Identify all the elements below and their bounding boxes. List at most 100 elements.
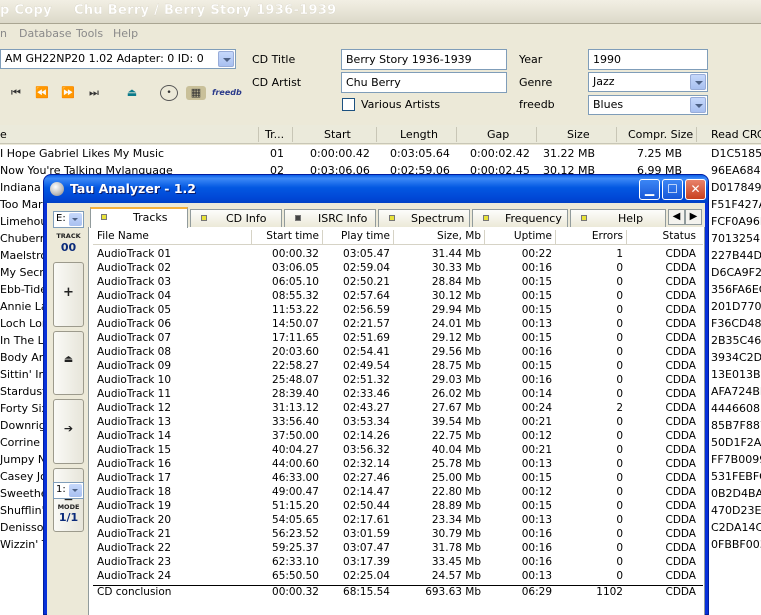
minimize-button[interactable]: ▁	[639, 179, 660, 200]
year-input[interactable]: 1990	[588, 49, 708, 70]
table-row[interactable]: AudioTrack 23 62:33.10 03:17.39 33.45 Mb 00:…	[93, 556, 703, 570]
cell-status: CDDA	[665, 514, 696, 526]
play-button[interactable]: ➔	[53, 399, 84, 464]
eject-icon[interactable]: ⏏	[124, 86, 140, 100]
table-row[interactable]: AudioTrack 04 08:55.32 02:57.64 30.12 Mb 00:…	[93, 290, 703, 304]
cell-status: CDDA	[665, 486, 696, 498]
menu-file[interactable]: n	[0, 27, 7, 40]
drive-letter-value: E:	[56, 213, 66, 224]
table-row[interactable]: AudioTrack 13 33:56.40 03:53.34 39.54 Mb 00:…	[93, 416, 703, 430]
tab-tracks[interactable]: Tracks	[90, 207, 188, 228]
table-row[interactable]: AudioTrack 15 40:04.27 03:56.32 40.04 Mb 00:…	[93, 444, 703, 458]
tab-isrc-info[interactable]: ISRC Info	[284, 209, 376, 227]
col-compr-size[interactable]: Compr. Size	[628, 128, 693, 141]
table-row[interactable]: AudioTrack 01 00:00.32 03:05.47 31.44 Mb 00:…	[93, 248, 703, 262]
fast-forward-icon[interactable]: ⏩	[60, 86, 76, 100]
tools-icon[interactable]: ▦	[186, 86, 206, 100]
cell-uptime: 00:15	[521, 500, 552, 512]
table-row[interactable]: AudioTrack 02 03:06.05 02:59.04 30.33 Mb 00:…	[93, 262, 703, 276]
table-row[interactable]: AudioTrack 03 06:05.10 02:50.21 28.84 Mb 00:…	[93, 276, 703, 290]
cell-size: 25.00 Mb	[431, 472, 481, 484]
various-artists-checkbox[interactable]	[342, 98, 355, 111]
bg-title-album: Chu Berry / Berry Story 1936-1939	[74, 3, 337, 18]
table-row[interactable]: AudioTrack 18 49:00.47 02:14.47 22.80 Mb 00:…	[93, 486, 703, 500]
col-start-time[interactable]: Start time	[253, 230, 319, 242]
table-row[interactable]: AudioTrack 08 20:03.60 02:54.41 29.56 Mb 00:…	[93, 346, 703, 360]
col-read-crc[interactable]: Read CRC	[711, 128, 761, 141]
mode-select[interactable]: 1:	[53, 482, 84, 499]
tab-scroll-right-icon[interactable]: ▶	[685, 209, 702, 225]
tau-titlebar[interactable]: Tau Analyzer - 1.2 ▁ ☐ ✕	[44, 175, 708, 203]
conclusion-row[interactable]: CD conclusion 00:00.32 68:15.54 693.63 Mb 06…	[93, 585, 703, 599]
table-row[interactable]: AudioTrack 11 28:39.40 02:33.46 26.02 Mb 00:…	[93, 388, 703, 402]
chevron-down-icon[interactable]	[69, 484, 82, 497]
col-status[interactable]: Status	[628, 230, 696, 242]
rewind-icon[interactable]: ⏪	[34, 86, 50, 100]
col-length[interactable]: Length	[400, 128, 438, 141]
table-row[interactable]: AudioTrack 24 65:50.50 02:25.04 24.57 Mb 00:…	[93, 570, 703, 584]
close-button[interactable]: ✕	[685, 179, 706, 200]
table-row[interactable]: AudioTrack 14 37:50.00 02:14.26 22.75 Mb 00:…	[93, 430, 703, 444]
table-row[interactable]: AudioTrack 20 54:05.65 02:17.61 23.34 Mb 00:…	[93, 514, 703, 528]
col-size[interactable]: Size, Mb	[395, 230, 481, 242]
table-row[interactable]: AudioTrack 16 44:00.60 02:32.14 25.78 Mb 00:…	[93, 458, 703, 472]
chevron-down-icon[interactable]	[690, 97, 706, 113]
drive-letter-select[interactable]: E:	[53, 211, 84, 228]
col-uptime[interactable]: Uptime	[486, 230, 552, 242]
col-title[interactable]: e	[0, 128, 7, 141]
freedb-logo[interactable]: freedb	[212, 86, 242, 100]
add-button[interactable]: +	[53, 262, 84, 327]
col-errors[interactable]: Errors	[557, 230, 623, 242]
tab-help[interactable]: Help	[570, 209, 666, 227]
tab-spectrum[interactable]: Spectrum	[378, 209, 470, 227]
menu-tools[interactable]: Tools	[76, 27, 103, 40]
col-track[interactable]: Tr...	[265, 128, 284, 141]
table-row[interactable]: AudioTrack 10 25:48.07 02:51.32 29.03 Mb 00:…	[93, 374, 703, 388]
menu-database[interactable]: Database	[19, 27, 72, 40]
cell-uptime: 00:13	[521, 458, 552, 470]
cell-uptime: 00:13	[521, 318, 552, 330]
tab-scroll-left-icon[interactable]: ◀	[668, 209, 685, 225]
cell-file-name: CD conclusion	[97, 586, 172, 598]
bg-track-crc: F36CD484	[711, 317, 761, 330]
cd-icon[interactable]: •	[160, 85, 178, 101]
skip-forward-icon[interactable]: ⏭	[86, 86, 102, 100]
table-row[interactable]: AudioTrack 05 11:53.22 02:56.59 29.94 Mb 00:…	[93, 304, 703, 318]
cell-play-time: 02:32.14	[343, 458, 390, 470]
table-row[interactable]: AudioTrack 07 17:11.65 02:51.69 29.12 Mb 00:…	[93, 332, 703, 346]
genre-select[interactable]: Jazz	[588, 72, 708, 92]
chevron-down-icon[interactable]	[69, 213, 82, 226]
chevron-down-icon[interactable]	[690, 74, 706, 90]
col-gap[interactable]: Gap	[487, 128, 509, 141]
freedb-genre-select[interactable]: Blues	[588, 95, 708, 115]
tau-analyzer-window: Tau Analyzer - 1.2 ▁ ☐ ✕ E: TRACK 00 + ⏏…	[43, 174, 709, 615]
bg-track-crc: FF7B0099	[711, 453, 761, 466]
skip-back-icon[interactable]: ⏮	[8, 86, 24, 100]
col-start[interactable]: Start	[324, 128, 351, 141]
cd-artist-input[interactable]: Chu Berry	[341, 72, 507, 93]
eject-button[interactable]: ⏏	[53, 331, 84, 395]
table-row[interactable]: AudioTrack 19 51:15.20 02:50.44 28.89 Mb 00:…	[93, 500, 703, 514]
menu-help[interactable]: Help	[113, 27, 138, 40]
tab-cd-info[interactable]: CD Info	[190, 209, 282, 227]
col-play-time[interactable]: Play time	[324, 230, 390, 242]
bg-track-row[interactable]: I Hope Gabriel Likes My Music 01 0:00:00.4…	[0, 145, 761, 162]
bg-title-app: p Copy	[0, 3, 52, 18]
maximize-button[interactable]: ☐	[662, 179, 683, 200]
col-file-name[interactable]: File Name	[97, 230, 149, 242]
table-row[interactable]: AudioTrack 17 46:33.00 02:27.46 25.00 Mb 00:…	[93, 472, 703, 486]
table-row[interactable]: AudioTrack 06 14:50.07 02:21.57 24.01 Mb 00:…	[93, 318, 703, 332]
cd-title-input[interactable]: Berry Story 1936-1939	[341, 49, 507, 70]
table-row[interactable]: AudioTrack 12 31:13.12 02:43.27 27.67 Mb 00:…	[93, 402, 703, 416]
tab-frequency[interactable]: Frequency	[472, 209, 568, 227]
table-row[interactable]: AudioTrack 22 59:25.37 03:07.47 31.78 Mb 00:…	[93, 542, 703, 556]
chevron-down-icon[interactable]	[218, 51, 234, 67]
table-row[interactable]: AudioTrack 21 56:23.52 03:01.59 30.79 Mb 00:…	[93, 528, 703, 542]
table-row[interactable]: AudioTrack 09 22:58.27 02:49.54 28.75 Mb 00:…	[93, 360, 703, 374]
cell-errors: 0	[616, 500, 623, 512]
cell-status: CDDA	[665, 444, 696, 456]
cell-start-time: 51:15.20	[272, 500, 319, 512]
drive-select[interactable]: AM GH22NP20 1.02 Adapter: 0 ID: 0	[0, 49, 236, 69]
col-size[interactable]: Size	[567, 128, 590, 141]
bg-track-crc: D1C51857	[711, 147, 761, 160]
